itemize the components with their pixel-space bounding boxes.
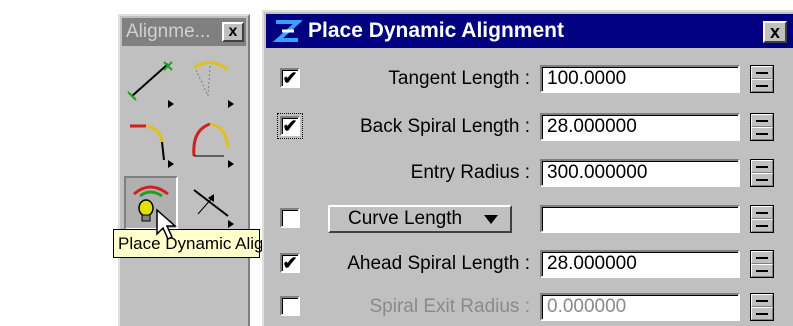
back-spiral-length-label: Back Spiral Length : bbox=[359, 116, 530, 137]
ahead-spiral-length-row: ✔ Ahead Spiral Length : 28.000000 bbox=[264, 249, 793, 279]
line-tool-icon[interactable] bbox=[124, 56, 178, 110]
back-spiral-length-row: ✔ Back Spiral Length : 28.000000 bbox=[264, 112, 793, 142]
spinner-up-button[interactable] bbox=[751, 114, 773, 127]
spiral-exit-radius-row: Spiral Exit Radius : 0.000000 bbox=[264, 292, 793, 322]
entry-radius-row: Entry Radius : 300.000000 bbox=[264, 158, 793, 188]
arc-tool-icon[interactable] bbox=[184, 56, 238, 110]
curve-length-spinner[interactable] bbox=[750, 205, 774, 233]
alignment-toolbox: Alignme... x bbox=[118, 14, 250, 326]
toolbox-title: Alignme... bbox=[126, 21, 211, 42]
toolbox-close-button[interactable]: x bbox=[222, 22, 244, 42]
spinner-down-button[interactable] bbox=[751, 127, 773, 140]
tangent-length-checkbox[interactable]: ✔ bbox=[280, 68, 300, 88]
curve-length-dropdown-label: Curve Length bbox=[348, 208, 463, 229]
app-logo-icon bbox=[272, 20, 302, 42]
ahead-spiral-length-label: Ahead Spiral Length : bbox=[347, 253, 530, 274]
spinner-down-button[interactable] bbox=[751, 307, 773, 320]
spinner-up-button[interactable] bbox=[751, 160, 773, 173]
tangent-length-spinner[interactable] bbox=[750, 65, 774, 93]
back-spiral-length-input[interactable]: 28.000000 bbox=[540, 113, 740, 141]
dialog-title: Place Dynamic Alignment bbox=[308, 19, 564, 42]
tangent-length-input[interactable]: 100.0000 bbox=[540, 65, 740, 93]
toolbox-title-bar[interactable]: Alignme... x bbox=[122, 18, 246, 46]
spiral-exit-radius-input[interactable]: 0.000000 bbox=[540, 293, 740, 321]
dialog-close-button[interactable]: x bbox=[763, 21, 787, 43]
spinner-up-button[interactable] bbox=[751, 206, 773, 219]
curve-length-checkbox[interactable] bbox=[280, 208, 300, 228]
entry-radius-input[interactable]: 300.000000 bbox=[540, 159, 740, 187]
spinner-down-button[interactable] bbox=[751, 264, 773, 277]
back-spiral-length-checkbox[interactable]: ✔ bbox=[277, 113, 303, 139]
spinner-up-button[interactable] bbox=[751, 66, 773, 79]
spinner-down-button[interactable] bbox=[751, 219, 773, 232]
ahead-spiral-length-spinner[interactable] bbox=[750, 250, 774, 278]
ahead-spiral-length-input[interactable]: 28.000000 bbox=[540, 250, 740, 278]
tangent-length-label: Tangent Length : bbox=[388, 68, 530, 89]
spiral-corner-tool-icon[interactable] bbox=[124, 116, 178, 170]
spiral-exit-radius-label: Spiral Exit Radius : bbox=[369, 296, 530, 317]
curve-length-row: Curve Length bbox=[264, 204, 793, 234]
tooltip: Place Dynamic Alignment bbox=[113, 229, 311, 258]
spiral-exit-radius-checkbox[interactable] bbox=[280, 296, 300, 316]
arrow-line-tool-icon[interactable] bbox=[184, 176, 238, 230]
spinner-down-button[interactable] bbox=[751, 79, 773, 92]
tangent-length-row: ✔ Tangent Length : 100.0000 bbox=[264, 64, 793, 94]
entry-radius-spinner[interactable] bbox=[750, 159, 774, 187]
mouse-pointer-icon bbox=[156, 208, 177, 241]
back-spiral-length-spinner[interactable] bbox=[750, 113, 774, 141]
spiral-arc-tool-icon[interactable] bbox=[184, 116, 238, 170]
spiral-exit-radius-spinner[interactable] bbox=[750, 293, 774, 321]
curve-length-input[interactable] bbox=[540, 205, 740, 233]
curve-length-dropdown[interactable]: Curve Length bbox=[328, 205, 512, 233]
dropdown-arrow-icon bbox=[484, 215, 498, 224]
ahead-spiral-length-checkbox[interactable]: ✔ bbox=[280, 253, 300, 273]
spinner-up-button[interactable] bbox=[751, 251, 773, 264]
entry-radius-label: Entry Radius : bbox=[410, 162, 530, 183]
place-dynamic-alignment-dialog: Place Dynamic Alignment x ✔ Tangent Leng… bbox=[262, 10, 793, 326]
spinner-up-button[interactable] bbox=[751, 294, 773, 307]
spinner-down-button[interactable] bbox=[751, 173, 773, 186]
dialog-title-bar[interactable]: Place Dynamic Alignment x bbox=[266, 14, 793, 48]
